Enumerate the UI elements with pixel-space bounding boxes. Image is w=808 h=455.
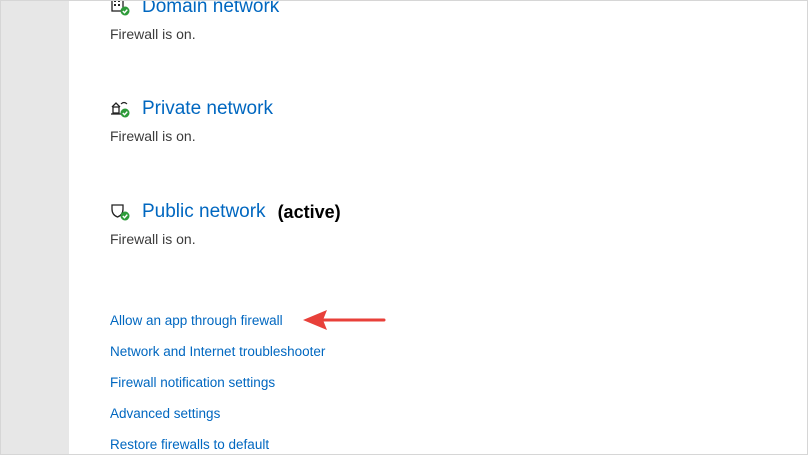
troubleshooter-link[interactable]: Network and Internet troubleshooter xyxy=(110,343,325,374)
private-network-header[interactable]: Private network xyxy=(110,97,273,121)
private-network-title[interactable]: Private network xyxy=(142,97,273,121)
firewall-network-list: Domain network Firewall is on. Private n… xyxy=(110,1,807,454)
notification-settings-link[interactable]: Firewall notification settings xyxy=(110,374,325,405)
domain-network-header[interactable]: Domain network xyxy=(110,1,279,19)
domain-network-title[interactable]: Domain network xyxy=(142,1,279,19)
red-arrow-icon xyxy=(301,307,387,338)
domain-network-section: Domain network Firewall is on. xyxy=(110,1,279,43)
private-network-icon xyxy=(110,99,132,119)
public-network-header[interactable]: Public network (active) xyxy=(110,200,341,224)
allow-app-link[interactable]: Allow an app through firewall xyxy=(110,312,325,343)
public-network-section: Public network (active) Firewall is on. xyxy=(110,200,341,248)
private-network-status: Firewall is on. xyxy=(110,128,196,144)
public-network-icon xyxy=(110,202,132,222)
firewall-links: Allow an app through firewall Network an… xyxy=(110,312,325,454)
private-network-section: Private network Firewall is on. xyxy=(110,97,273,145)
advanced-settings-link[interactable]: Advanced settings xyxy=(110,405,325,436)
restore-defaults-link[interactable]: Restore firewalls to default xyxy=(110,436,325,454)
domain-network-status: Firewall is on. xyxy=(110,26,196,42)
domain-network-icon xyxy=(110,1,132,17)
public-network-status: Firewall is on. xyxy=(110,231,196,247)
public-network-title[interactable]: Public network xyxy=(142,200,266,224)
left-navigation-rail xyxy=(1,1,69,454)
firewall-settings-window: Domain network Firewall is on. Private n… xyxy=(0,0,808,455)
public-network-active-label: (active) xyxy=(277,202,341,222)
